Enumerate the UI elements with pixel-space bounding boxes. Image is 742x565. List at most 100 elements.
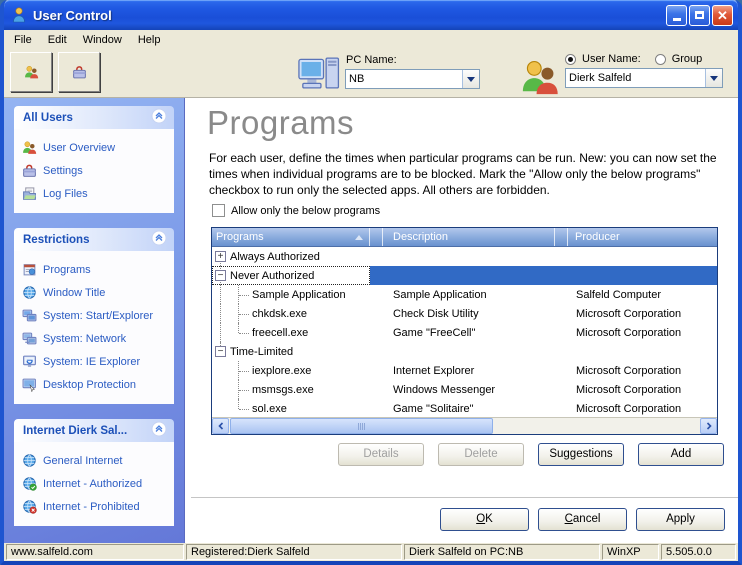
cell-description: Check Disk Utility: [383, 304, 569, 323]
table-row-iexplore-exe[interactable]: iexplore.exeInternet ExplorerMicrosoft C…: [212, 361, 717, 380]
cancel-button[interactable]: Cancel: [538, 508, 627, 531]
sidebar-item-general-internet[interactable]: General Internet: [20, 449, 174, 472]
sidebar-section-all-users: All Users User Overview SettingsLog Files: [14, 106, 174, 213]
menu-item-file[interactable]: File: [6, 32, 40, 48]
menu-item-edit[interactable]: Edit: [40, 32, 75, 48]
program-name: freecell.exe: [212, 327, 308, 339]
table-row-sol-exe[interactable]: sol.exeGame "Solitaire"Microsoft Corpora…: [212, 399, 717, 417]
settings-toolbar-button[interactable]: [58, 52, 100, 92]
sidebar-section-body: User Overview SettingsLog Files: [14, 129, 174, 213]
sidebar-item-internet-prohibited[interactable]: Internet - Prohibited: [20, 495, 174, 518]
sidebar-item-label: General Internet: [43, 455, 123, 467]
status-cell-1: www.salfeld.com: [6, 544, 184, 560]
cell-program: Sample Application: [212, 285, 370, 304]
sidebar-item-settings[interactable]: Settings: [20, 159, 174, 182]
table-row-always-authorized[interactable]: +Always Authorized: [212, 247, 717, 266]
sidebar-item-internet-authorized[interactable]: Internet - Authorized: [20, 472, 174, 495]
table-row-never-authorized[interactable]: −Never Authorized: [212, 266, 717, 285]
horizontal-scrollbar[interactable]: [212, 417, 717, 434]
sidebar-item-system-start-explorer[interactable]: System: Start/Explorer: [20, 304, 174, 327]
column-header-description[interactable]: Description: [383, 228, 555, 246]
sidebar-item-label: Programs: [43, 264, 91, 276]
globe-icon: [22, 285, 37, 300]
column-header-programs[interactable]: Programs: [212, 228, 370, 246]
cell-spacer: [370, 304, 383, 323]
table-row-sample-application[interactable]: Sample ApplicationSample ApplicationSalf…: [212, 285, 717, 304]
allow-only-checkbox[interactable]: [212, 204, 225, 217]
collapse-icon[interactable]: −: [215, 270, 226, 281]
user-name-radio[interactable]: [565, 54, 576, 65]
group-label: Never Authorized: [212, 270, 314, 282]
apply-button[interactable]: Apply: [636, 508, 725, 531]
table-row-msmsgs-exe[interactable]: msmsgs.exeWindows MessengerMicrosoft Cor…: [212, 380, 717, 399]
globe-check-icon: [22, 476, 37, 491]
computer-icon: [297, 52, 341, 94]
sidebar-item-label: Internet - Prohibited: [43, 501, 140, 513]
cell-producer: Salfeld Computer: [569, 285, 717, 304]
cell-spacer: [370, 380, 383, 399]
main-panel: Programs For each user, define the times…: [185, 98, 738, 543]
user-name-select[interactable]: Dierk Salfeld: [565, 68, 723, 88]
ok-button[interactable]: OK: [440, 508, 529, 531]
status-cell-5: 5.505.0.0: [661, 544, 736, 560]
tree-line: [238, 323, 250, 342]
sidebar-item-window-title[interactable]: Window Title: [20, 281, 174, 304]
sidebar-item-system-network[interactable]: System: Network: [20, 327, 174, 350]
minimize-button[interactable]: [666, 5, 687, 26]
globe-block-icon: [22, 499, 37, 514]
sidebar-item-user-overview[interactable]: User Overview: [20, 136, 174, 159]
users-toolbar-button[interactable]: [10, 52, 52, 92]
pc-name-select[interactable]: NB: [345, 69, 480, 89]
scroll-right-icon[interactable]: [700, 418, 717, 434]
sidebar-item-desktop-protection[interactable]: Desktop Protection: [20, 373, 174, 396]
programs-table: Programs Description Producer +Always Au…: [211, 227, 718, 435]
delete-button[interactable]: Delete: [438, 443, 524, 466]
sidebar-item-programs[interactable]: Programs: [20, 258, 174, 281]
scrollbar-track[interactable]: [229, 418, 700, 434]
sidebar-item-system-ie-explorer[interactable]: System: IE Explorer: [20, 350, 174, 373]
suggestions-button[interactable]: Suggestions: [538, 443, 624, 466]
sidebar: All Users User Overview SettingsLog Files R…: [4, 98, 185, 543]
chevron-up-icon[interactable]: [151, 108, 167, 127]
table-row-chkdsk-exe[interactable]: chkdsk.exeCheck Disk UtilityMicrosoft Co…: [212, 304, 717, 323]
status-bar: www.salfeld.comRegistered:Dierk SalfeldD…: [4, 543, 738, 561]
scroll-left-icon[interactable]: [212, 418, 229, 434]
details-button[interactable]: Details: [338, 443, 424, 466]
cell-description: Internet Explorer: [383, 361, 569, 380]
close-button[interactable]: ✕: [712, 5, 733, 26]
sidebar-item-label: User Overview: [43, 142, 115, 154]
program-name: iexplore.exe: [212, 365, 311, 377]
desktop-icon: [22, 377, 37, 392]
allow-only-checkbox-label: Allow only the below programs: [231, 205, 380, 217]
users-icon: [24, 57, 39, 87]
collapse-icon[interactable]: −: [215, 346, 226, 357]
sidebar-section-header-restrictions[interactable]: Restrictions: [14, 228, 174, 251]
sidebar-item-log-files[interactable]: Log Files: [20, 182, 174, 205]
cell-spacer: [370, 399, 383, 417]
menu-item-help[interactable]: Help: [130, 32, 169, 48]
sidebar-section-header-internet-dierk-sal[interactable]: Internet Dierk Sal...: [14, 419, 174, 442]
maximize-button[interactable]: [689, 5, 710, 26]
chevron-up-icon[interactable]: [151, 230, 167, 249]
cell-program: −Time-Limited: [212, 342, 370, 361]
tree-line: [238, 304, 250, 323]
expand-icon[interactable]: +: [215, 251, 226, 262]
group-radio[interactable]: [655, 54, 666, 65]
scrollbar-thumb[interactable]: [230, 418, 493, 434]
sidebar-section-restrictions: RestrictionsProgramsWindow TitleSystem: …: [14, 228, 174, 404]
table-row-freecell-exe[interactable]: freecell.exeGame "FreeCell"Microsoft Cor…: [212, 323, 717, 342]
title-bar[interactable]: User Control ✕: [4, 0, 738, 30]
column-header-spacer: [370, 228, 383, 246]
chevron-down-icon[interactable]: [462, 70, 479, 88]
sidebar-section-header-all-users[interactable]: All Users: [14, 106, 174, 129]
cell-program: msmsgs.exe: [212, 380, 370, 399]
chevron-up-icon[interactable]: [151, 421, 167, 440]
add-button[interactable]: Add: [638, 443, 724, 466]
group-label: Always Authorized: [212, 251, 320, 263]
menu-item-window[interactable]: Window: [75, 32, 130, 48]
column-header-producer[interactable]: Producer: [568, 228, 717, 246]
table-row-time-limited[interactable]: −Time-Limited: [212, 342, 717, 361]
sidebar-item-label: System: Network: [43, 333, 126, 345]
chevron-down-icon[interactable]: [705, 69, 722, 87]
cell-spacer: [370, 266, 383, 285]
